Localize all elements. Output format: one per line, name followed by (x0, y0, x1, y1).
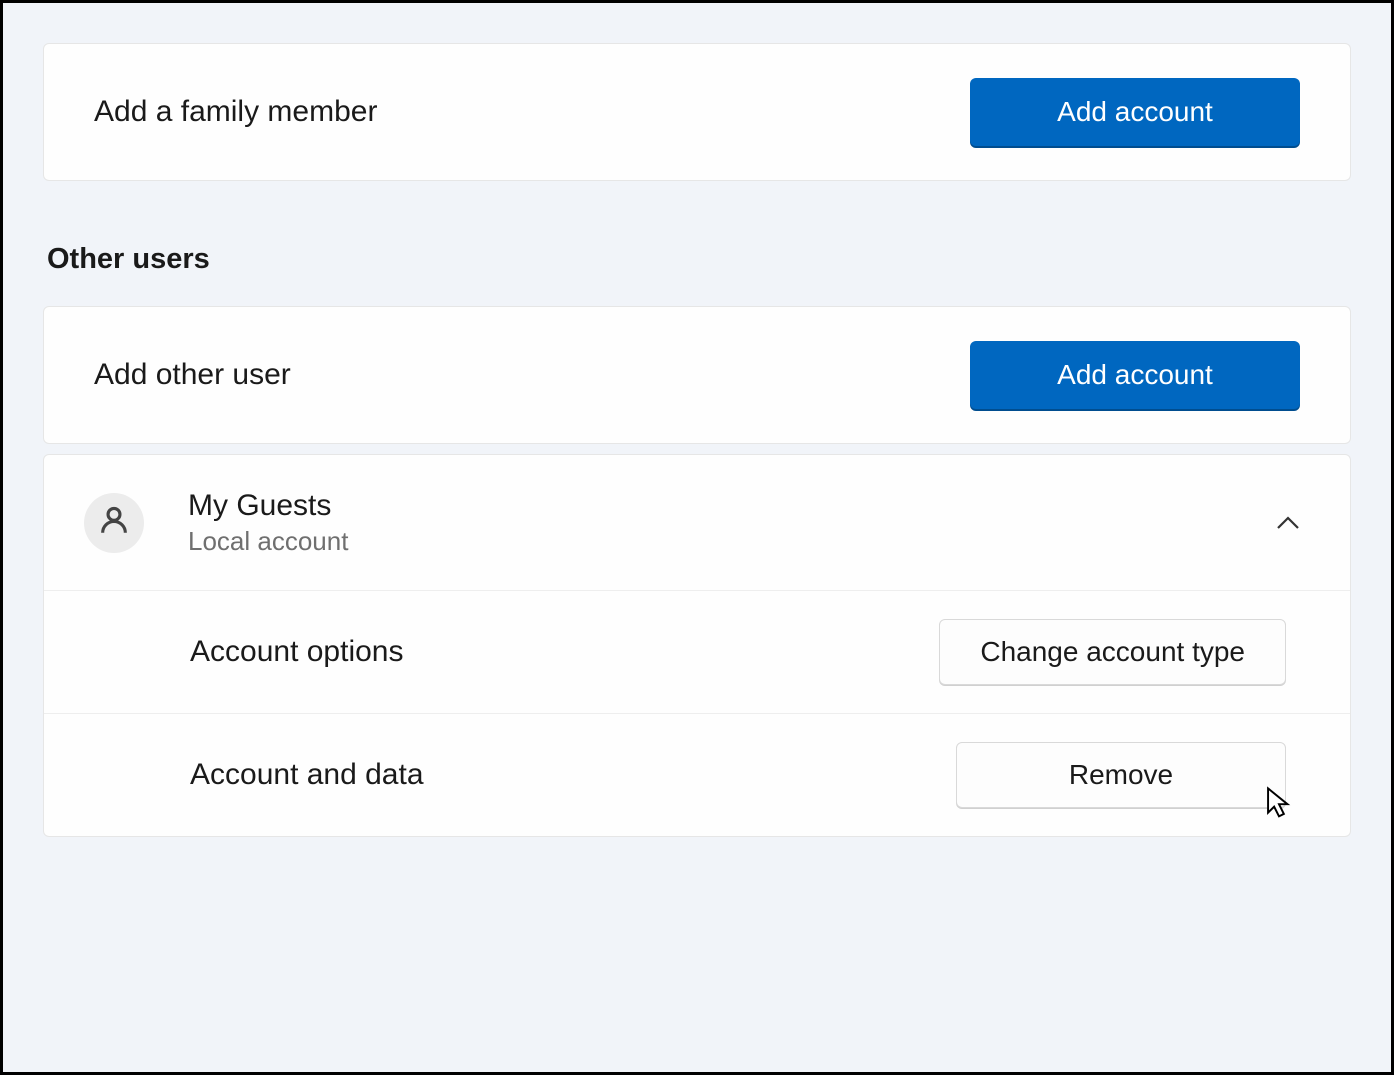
add-other-account-button[interactable]: Add account (970, 341, 1300, 409)
person-icon (97, 503, 131, 542)
chevron-up-icon (1276, 510, 1300, 536)
add-other-user-label: Add other user (94, 358, 291, 392)
change-account-type-button[interactable]: Change account type (939, 619, 1286, 685)
avatar (84, 493, 144, 553)
user-subtitle: Local account (188, 525, 1276, 559)
other-users-heading: Other users (47, 243, 1351, 276)
user-account-group: My Guests Local account Account options … (43, 454, 1351, 837)
user-account-header[interactable]: My Guests Local account (44, 455, 1350, 591)
add-family-member-label: Add a family member (94, 95, 377, 129)
account-and-data-label: Account and data (190, 758, 424, 792)
add-family-account-button[interactable]: Add account (970, 78, 1300, 146)
account-options-row: Account options Change account type (44, 591, 1350, 714)
user-name: My Guests (188, 487, 1276, 525)
account-options-label: Account options (190, 635, 403, 669)
account-and-data-row: Account and data Remove (44, 714, 1350, 836)
add-family-member-card: Add a family member Add account (43, 43, 1351, 181)
remove-account-button[interactable]: Remove (956, 742, 1286, 808)
add-other-user-card: Add other user Add account (43, 306, 1351, 444)
user-info: My Guests Local account (188, 487, 1276, 558)
